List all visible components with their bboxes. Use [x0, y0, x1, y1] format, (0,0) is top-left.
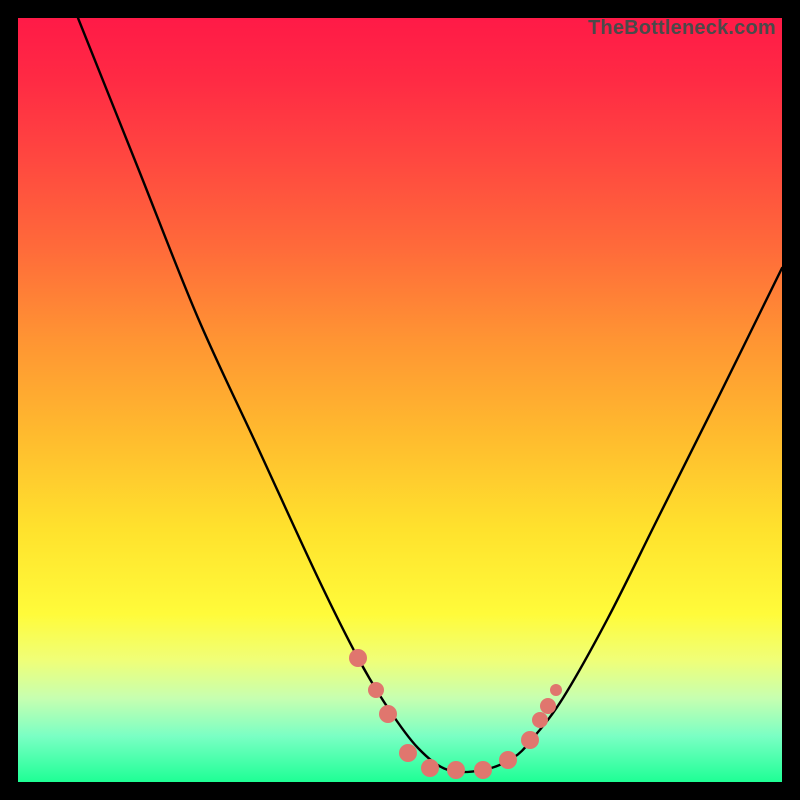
curve-marker — [447, 761, 465, 779]
curve-marker — [368, 682, 384, 698]
curve-marker — [540, 698, 556, 714]
bottleneck-curve — [78, 18, 782, 772]
curve-markers — [349, 649, 562, 779]
chart-frame: TheBottleneck.com — [18, 18, 782, 782]
curve-marker — [421, 759, 439, 777]
curve-marker — [550, 684, 562, 696]
curve-marker — [499, 751, 517, 769]
curve-marker — [379, 705, 397, 723]
curve-marker — [521, 731, 539, 749]
curve-marker — [349, 649, 367, 667]
chart-svg — [18, 18, 782, 782]
curve-marker — [474, 761, 492, 779]
curve-marker — [532, 712, 548, 728]
curve-marker — [399, 744, 417, 762]
